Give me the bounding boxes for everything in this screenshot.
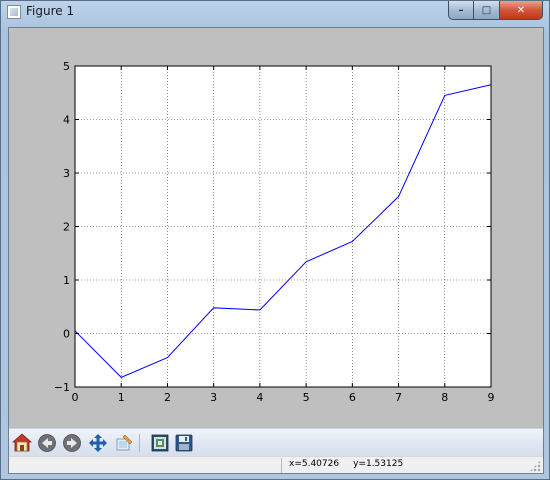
minimize-button[interactable]: –: [448, 1, 474, 20]
x-tick-label: 2: [164, 391, 171, 404]
close-icon: ✕: [516, 4, 526, 16]
x-tick-label: 7: [395, 391, 402, 404]
configure-subplots-icon: [151, 434, 169, 452]
floppy-disk-icon: [175, 434, 193, 452]
line-chart[interactable]: 0 1 2 3 4 5 6 7 8 9−1012345: [9, 28, 543, 428]
pan-button[interactable]: [87, 432, 109, 454]
y-tick-label: 3: [63, 167, 70, 180]
y-tick-label: 5: [63, 60, 70, 73]
zoom-button[interactable]: [113, 432, 135, 454]
figure-window: Figure 1 – □ ✕ 0 1 2 3 4 5 6 7 8 9 −1 0 1 2 3 4 5: [0, 0, 550, 480]
home-icon: [12, 433, 32, 452]
x-tick-label: 4: [256, 391, 263, 404]
resize-grip[interactable]: [529, 460, 541, 472]
y-tick-label: 1: [63, 274, 70, 287]
x-coordinate: x=5.40726: [289, 459, 340, 469]
y-tick-label: 4: [63, 114, 70, 127]
close-button[interactable]: ✕: [500, 1, 543, 20]
back-button[interactable]: [36, 432, 58, 454]
arrow-left-icon: [38, 434, 56, 452]
y-tick-label: 0: [63, 328, 70, 341]
window-controls: – □ ✕: [448, 1, 543, 21]
x-tick-label: 9: [488, 391, 495, 404]
move-arrows-icon: [89, 434, 107, 452]
status-divider: [281, 458, 282, 473]
minimize-icon: –: [458, 4, 464, 16]
window-title: Figure 1: [26, 4, 75, 18]
client-area: 0 1 2 3 4 5 6 7 8 9 −1 0 1 2 3 4 5 x=5.4…: [8, 27, 544, 474]
y-coordinate: y=1.53125: [353, 459, 404, 469]
navigation-toolbar: [9, 428, 543, 456]
toolbar-separator: [139, 434, 140, 452]
zoom-rect-icon: [116, 434, 133, 451]
home-button[interactable]: [11, 432, 33, 454]
y-tick-label: −1: [54, 381, 70, 394]
maximize-button[interactable]: □: [474, 1, 500, 20]
x-tick-label: 0: [72, 391, 79, 404]
save-button[interactable]: [173, 432, 195, 454]
maximize-icon: □: [481, 4, 492, 16]
cursor-coordinates: x=5.40726 y=1.53125: [289, 459, 417, 469]
subplots-button[interactable]: [149, 432, 171, 454]
arrow-right-icon: [63, 434, 81, 452]
app-icon[interactable]: [7, 5, 21, 19]
x-tick-label: 1: [118, 391, 125, 404]
x-tick-label: 8: [441, 391, 448, 404]
x-tick-label: 5: [303, 391, 310, 404]
x-tick-label: 3: [210, 391, 217, 404]
title-bar[interactable]: Figure 1 – □ ✕: [1, 1, 549, 23]
x-tick-label: 6: [349, 391, 356, 404]
y-tick-label: 2: [63, 221, 70, 234]
figure-canvas[interactable]: 0 1 2 3 4 5 6 7 8 9 −1 0 1 2 3 4 5: [9, 28, 543, 428]
status-bar: x=5.40726 y=1.53125: [9, 456, 543, 473]
forward-button[interactable]: [61, 432, 83, 454]
